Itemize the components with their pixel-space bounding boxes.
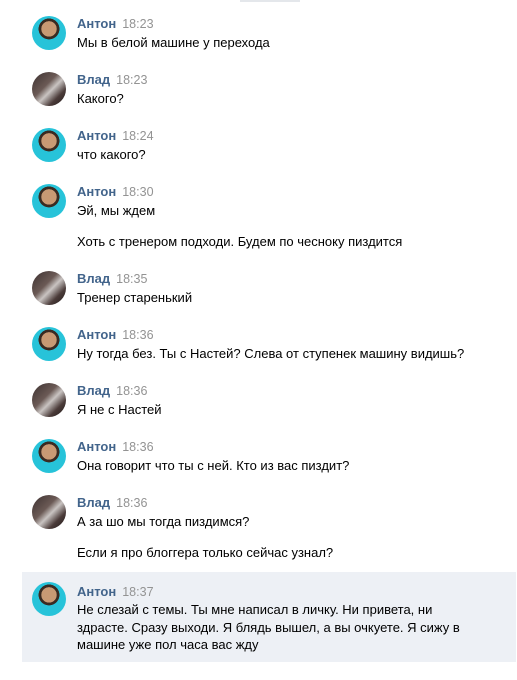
- message-time[interactable]: 18:36: [116, 496, 147, 510]
- message-author[interactable]: Влад 18:36: [77, 383, 147, 398]
- anton-avatar[interactable]: [32, 582, 66, 616]
- vlad-avatar[interactable]: [32, 383, 66, 417]
- message-text: Хоть с тренером подходи. Будем по чеснок…: [77, 234, 403, 249]
- anton-avatar[interactable]: [32, 16, 66, 50]
- message-text: Мы в белой машине у перехода: [77, 35, 270, 50]
- message-time[interactable]: 18:35: [116, 272, 147, 286]
- message-time[interactable]: 18:23: [122, 17, 153, 31]
- anton-avatar[interactable]: [32, 439, 66, 473]
- message-time[interactable]: 18:24: [122, 129, 153, 143]
- vlad-avatar[interactable]: [32, 72, 66, 106]
- message-time[interactable]: 18:36: [122, 328, 153, 342]
- message-author[interactable]: Влад 18:35: [77, 271, 147, 286]
- message-item: Антон 18:23 Мы в белой машине у перехода: [22, 14, 516, 54]
- message-time[interactable]: 18:37: [122, 585, 153, 599]
- message-author[interactable]: Влад 18:36: [77, 495, 147, 510]
- anton-avatar[interactable]: [32, 128, 66, 162]
- message-item-highlighted: Антон 18:37 Не слезай с темы. Ты мне напи…: [22, 572, 516, 662]
- message-time[interactable]: 18:23: [116, 73, 147, 87]
- message-text: что какого?: [77, 147, 146, 162]
- vlad-avatar[interactable]: [32, 495, 66, 529]
- message-author[interactable]: Антон 18:23: [77, 16, 154, 31]
- message-text: Ну тогда без. Ты с Настей? Слева от ступ…: [77, 346, 465, 361]
- vlad-avatar[interactable]: [32, 271, 66, 305]
- message-time[interactable]: 18:36: [116, 384, 147, 398]
- message-text: Не слезай с темы. Ты мне написал в личку…: [77, 602, 460, 652]
- message-text: Если я про блоггера только сейчас узнал?: [77, 545, 334, 560]
- message-item: Антон 18:36 Она говорит что ты с ней. Кто…: [22, 437, 516, 477]
- message-item: Антон 18:24 что какого?: [22, 126, 516, 166]
- message-author[interactable]: Антон 18:36: [77, 439, 154, 454]
- message-author[interactable]: Антон 18:37: [77, 584, 154, 599]
- message-author[interactable]: Антон 18:36: [77, 327, 154, 342]
- message-text: Какого?: [77, 91, 124, 106]
- message-text: А за шо мы тогда пиздимся?: [77, 514, 250, 529]
- message-item: Влад 18:36 А за шо мы тогда пиздимся? Есл…: [22, 493, 516, 563]
- anton-avatar[interactable]: [32, 327, 66, 361]
- message-text: Я не с Настей: [77, 402, 162, 417]
- message-time[interactable]: 18:30: [122, 185, 153, 199]
- message-text: Она говорит что ты с ней. Кто из вас пиз…: [77, 458, 350, 473]
- message-author[interactable]: Влад 18:23: [77, 72, 147, 87]
- message-item: Влад 18:36 Я не с Настей: [22, 381, 516, 421]
- message-item: Влад 18:35 Тренер старенький: [22, 269, 516, 309]
- message-author[interactable]: Антон 18:24: [77, 128, 154, 143]
- message-item: Антон 18:30 Эй, мы ждем Хоть с тренером п…: [22, 182, 516, 252]
- message-author[interactable]: Антон 18:30: [77, 184, 154, 199]
- message-item: Влад 18:23 Какого?: [22, 70, 516, 110]
- top-divider: [240, 0, 300, 2]
- message-item: Антон 18:36 Ну тогда без. Ты с Настей? Сл…: [22, 325, 516, 365]
- message-text: Эй, мы ждем: [77, 203, 156, 218]
- anton-avatar[interactable]: [32, 184, 66, 218]
- message-text: Тренер старенький: [77, 290, 193, 305]
- message-time[interactable]: 18:36: [122, 440, 153, 454]
